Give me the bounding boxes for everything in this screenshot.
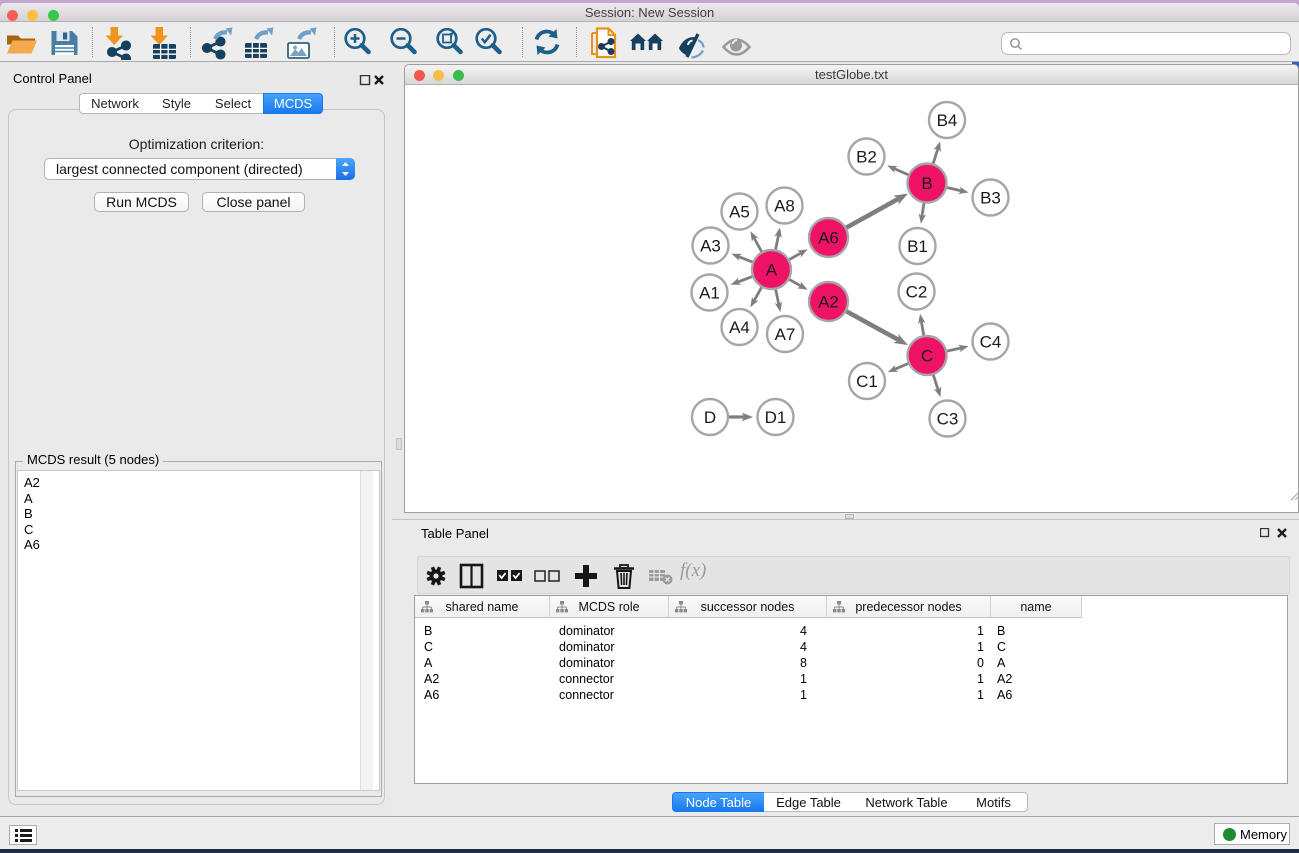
svg-text:B4: B4 [937, 111, 958, 130]
svg-text:D: D [704, 408, 716, 427]
svg-text:C: C [921, 347, 933, 366]
svg-text:A6: A6 [818, 229, 839, 248]
svg-text:A3: A3 [700, 237, 721, 256]
svg-text:C2: C2 [906, 283, 928, 302]
svg-text:B: B [921, 174, 932, 193]
svg-text:A5: A5 [729, 203, 750, 222]
svg-text:B2: B2 [856, 148, 877, 167]
svg-text:A1: A1 [699, 284, 720, 303]
svg-text:A2: A2 [818, 293, 839, 312]
svg-text:A7: A7 [775, 325, 796, 344]
svg-text:B1: B1 [907, 237, 928, 256]
svg-text:A8: A8 [774, 197, 795, 216]
svg-text:B3: B3 [980, 189, 1001, 208]
svg-text:C3: C3 [937, 410, 959, 429]
svg-text:C4: C4 [980, 333, 1002, 352]
svg-text:C1: C1 [856, 372, 878, 391]
svg-text:D1: D1 [765, 408, 787, 427]
svg-text:A4: A4 [729, 318, 750, 337]
svg-text:A: A [766, 261, 778, 280]
